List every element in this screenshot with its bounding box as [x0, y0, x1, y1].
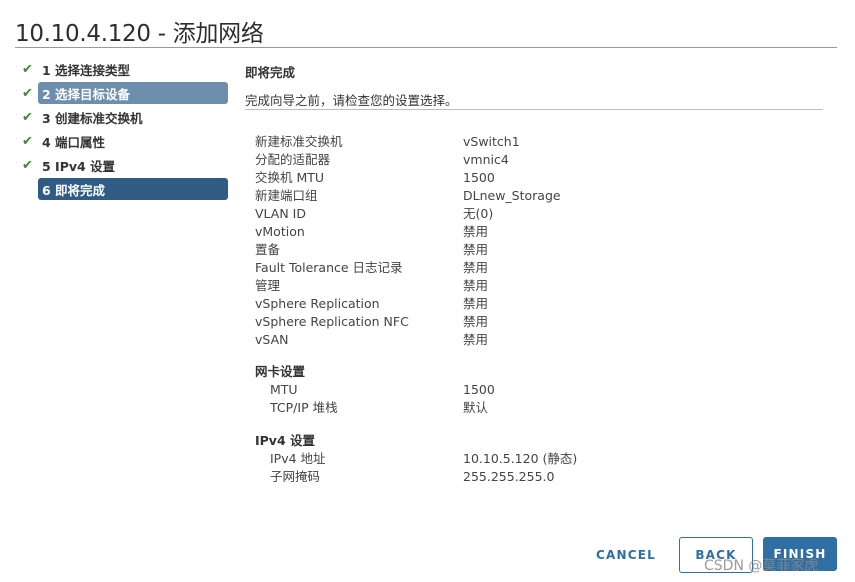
content-divider [245, 109, 823, 110]
step-label: 3 创建标准交换机 [42, 110, 143, 126]
wizard-steps: ✔ 1 选择连接类型 ✔ 2 选择目标设备 ✔ 3 创建标准交换机 ✔ 4 端口… [20, 58, 228, 202]
summary-row: vSphere Replication 禁用 [255, 296, 489, 311]
summary-row: 置备 禁用 [255, 242, 489, 257]
summary-row: 子网掩码 255.255.255.0 [270, 469, 555, 484]
step-2[interactable]: ✔ 2 选择目标设备 [20, 82, 228, 104]
watermark: CSDN @莫菲家虎 [704, 558, 819, 574]
summary-list: 新建标准交换机 vSwitch1 分配的适配器 vmnic4 交换机 MTU 1500… [255, 133, 815, 349]
summary-row: vSphere Replication NFC 禁用 [255, 314, 489, 329]
step-3[interactable]: ✔ 3 创建标准交换机 [20, 106, 228, 128]
step-label: 5 IPv4 设置 [42, 158, 116, 174]
summary-row: TCP/IP 堆栈 默认 [270, 400, 489, 415]
check-icon: ✔ [22, 85, 33, 101]
content-header: 即将完成 完成向导之前，请检查您的设置选择。 [245, 62, 823, 109]
step-label: 2 选择目标设备 [42, 86, 131, 102]
summary-row: vSAN 禁用 [255, 332, 489, 347]
cancel-button[interactable]: CANCEL [587, 538, 665, 572]
check-icon: ✔ [22, 61, 33, 77]
dialog-title: 10.10.4.120 - 添加网络 [15, 21, 264, 47]
section-heading: IPv4 设置 [255, 433, 316, 448]
summary-row: IPv4 地址 10.10.5.120 (静态) [270, 451, 578, 466]
step-label: 6 即将完成 [42, 182, 106, 198]
summary-row: vMotion 禁用 [255, 224, 489, 239]
section-heading: 网卡设置 [255, 364, 306, 379]
summary-row: 新建标准交换机 vSwitch1 [255, 134, 520, 149]
step-5[interactable]: ✔ 5 IPv4 设置 [20, 154, 228, 176]
summary-row: 交换机 MTU 1500 [255, 170, 495, 185]
nic-settings: 网卡设置 MTU 1500 TCP/IP 堆栈 默认 [255, 363, 815, 417]
summary-row: VLAN ID 无(0) [255, 206, 494, 221]
ipv4-settings: IPv4 设置 IPv4 地址 10.10.5.120 (静态) 子网掩码 255.… [255, 432, 815, 486]
step-4[interactable]: ✔ 4 端口属性 [20, 130, 228, 152]
check-icon: ✔ [22, 157, 33, 173]
page-subtitle: 完成向导之前，请检查您的设置选择。 [245, 93, 458, 108]
step-1[interactable]: ✔ 1 选择连接类型 [20, 58, 228, 80]
summary-row: 新建端口组 DLnew_Storage [255, 188, 561, 203]
step-label: 4 端口属性 [42, 134, 106, 150]
step-6[interactable]: 6 即将完成 [20, 178, 228, 200]
summary-row: MTU 1500 [270, 382, 495, 397]
summary-row: Fault Tolerance 日志记录 禁用 [255, 260, 489, 275]
title-divider [15, 47, 837, 48]
check-icon: ✔ [22, 133, 33, 149]
step-label: 1 选择连接类型 [42, 62, 131, 78]
summary-row: 分配的适配器 vmnic4 [255, 152, 509, 167]
summary-row: 管理 禁用 [255, 278, 489, 293]
page-heading: 即将完成 [245, 65, 296, 80]
check-icon: ✔ [22, 109, 33, 125]
